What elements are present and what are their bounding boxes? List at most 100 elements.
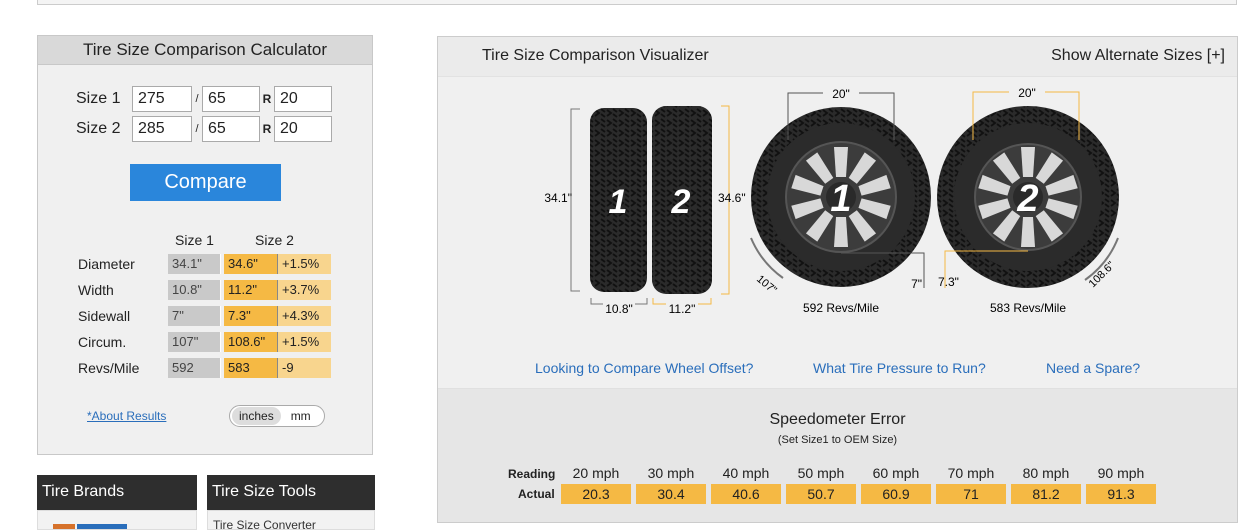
result-diff: +1.5% (277, 254, 331, 274)
size1-row: Size 1 / R (76, 86, 332, 112)
tire2-side-number: 2 (671, 183, 691, 221)
tire1-side-number: 1 (609, 183, 628, 221)
result-size2: 583 (224, 358, 277, 378)
size2-row: Size 2 / R (76, 116, 332, 142)
tire-size-tools-body: Tire Size Converter (207, 510, 375, 530)
tire-illustration: 1 2 34.1" 34.6" 10.8" 11.2" 1 20" 7" 107… (544, 85, 1119, 316)
result-row: Sidewall 7" 7.3" +4.3% (78, 306, 331, 326)
top-bar (37, 0, 1237, 5)
wheel1-front-view: 1 (751, 107, 931, 287)
visualizer-stage: 1 2 34.1" 34.6" 10.8" 11.2" 1 20" 7" 107… (438, 78, 1237, 350)
height2-label: 34.6" (718, 191, 746, 205)
wheel-spoke (1021, 147, 1035, 177)
results-header-size2: Size 2 (255, 232, 294, 248)
size2-rim-input[interactable] (274, 116, 332, 142)
visualizer-panel: Tire Size Comparison Visualizer Show Alt… (437, 36, 1238, 523)
wheel2-rim-label: 20" (1018, 86, 1036, 100)
tire-brands-body (37, 510, 197, 530)
result-label: Sidewall (78, 308, 131, 324)
size2-aspect-input[interactable] (202, 116, 260, 142)
tire1-side-view: 1 (590, 108, 647, 292)
result-size1: 7" (168, 306, 221, 326)
compare-wheel-offset-link[interactable]: Looking to Compare Wheel Offset? (535, 360, 753, 376)
calculator-panel: Tire Size Comparison Calculator Size 1 /… (37, 35, 373, 455)
speedometer-subtitle: (Set Size1 to OEM Size) (777, 434, 898, 446)
wheel1-sidewall-label: 7" (911, 277, 922, 291)
reading-label: Reading (508, 467, 556, 481)
result-diff: +3.7% (277, 280, 331, 300)
speed-reading: 50 mph (797, 465, 845, 481)
wheel2-front-view: 2 (937, 106, 1119, 288)
show-alternate-sizes-link[interactable]: Show Alternate Sizes [+] (1051, 47, 1225, 65)
size1-rim-input[interactable] (274, 86, 332, 112)
result-size2: 7.3" (224, 306, 277, 326)
result-size2: 11.2" (224, 280, 277, 300)
height1-label: 34.1" (544, 191, 572, 205)
wheel-spoke (1021, 217, 1035, 247)
result-row: Diameter 34.1" 34.6" +1.5% (78, 254, 331, 274)
result-diff: -9 (277, 358, 331, 378)
result-label: Circum. (78, 334, 127, 350)
size1-aspect-input[interactable] (202, 86, 260, 112)
tire-size-converter-link[interactable]: Tire Size Converter (213, 518, 316, 529)
result-row: Revs/Mile 592 583 -9 (78, 358, 331, 378)
speedometer-title: Speedometer Error (769, 411, 906, 428)
result-size1: 34.1" (168, 254, 221, 274)
speed-reading: 30 mph (647, 465, 695, 481)
slash: / (195, 93, 199, 105)
size2-width-input[interactable] (132, 116, 192, 142)
wheel-spoke (834, 217, 848, 247)
slash: / (195, 123, 199, 135)
result-label: Diameter (78, 256, 135, 272)
result-size1: 592 (168, 358, 221, 378)
result-diff: +4.3% (277, 306, 331, 326)
wheel1-rim-label: 20" (832, 87, 850, 101)
speed-actual: 50.7 (786, 484, 856, 504)
calculator-title: Tire Size Comparison Calculator (38, 36, 372, 65)
visualizer-title: Tire Size Comparison Visualizer (482, 47, 709, 64)
result-size2: 34.6" (224, 254, 277, 274)
speed-reading: 40 mph (722, 465, 770, 481)
visualizer-header: Tire Size Comparison Visualizer Show Alt… (438, 37, 1237, 77)
result-size2: 108.6" (224, 332, 277, 352)
result-diff: +1.5% (277, 332, 331, 352)
wheel1-number: 1 (830, 178, 851, 220)
width1-label: 10.8" (605, 302, 633, 316)
units-toggle[interactable]: inches mm (229, 405, 325, 427)
result-size1: 10.8" (168, 280, 221, 300)
size1-label: Size 1 (76, 90, 121, 107)
result-label: Width (78, 282, 114, 298)
about-results-link[interactable]: *About Results (87, 409, 166, 423)
wheel2-number: 2 (1016, 178, 1038, 220)
tire-size-tools-header[interactable]: Tire Size Tools (207, 475, 375, 510)
brand-logo[interactable] (43, 511, 143, 530)
wheel2-revs: 583 Revs/Mile (990, 301, 1066, 315)
speed-reading: 90 mph (1097, 465, 1145, 481)
result-row: Circum. 107" 108.6" +1.5% (78, 332, 331, 352)
actual-label: Actual (518, 487, 555, 501)
tire2-side-view: 2 (652, 106, 712, 294)
height1-bracket (570, 108, 580, 292)
need-a-spare-link[interactable]: Need a Spare? (1046, 360, 1140, 376)
speed-reading: 70 mph (947, 465, 995, 481)
result-size1: 107" (168, 332, 221, 352)
wheel1-circ-label: 107" (754, 273, 779, 297)
results-header-size1: Size 1 (175, 232, 214, 248)
result-row: Width 10.8" 11.2" +3.7% (78, 280, 331, 300)
r-label: R (262, 92, 272, 106)
speed-actual: 40.6 (711, 484, 781, 504)
speed-reading: 80 mph (1022, 465, 1070, 481)
speed-actual: 20.3 (561, 484, 631, 504)
speed-actual: 91.3 (1086, 484, 1156, 504)
wheel2-sidewall-label: 7.3" (938, 275, 959, 289)
speed-actual: 60.9 (861, 484, 931, 504)
speed-actual: 30.4 (636, 484, 706, 504)
size2-label: Size 2 (76, 120, 121, 137)
size1-width-input[interactable] (132, 86, 192, 112)
tire-brands-header[interactable]: Tire Brands (37, 475, 197, 510)
compare-button[interactable]: Compare (130, 164, 281, 201)
units-mm[interactable]: mm (281, 407, 321, 425)
tire-pressure-link[interactable]: What Tire Pressure to Run? (813, 360, 986, 376)
units-inches[interactable]: inches (232, 407, 281, 425)
wheel1-revs: 592 Revs/Mile (803, 301, 879, 315)
